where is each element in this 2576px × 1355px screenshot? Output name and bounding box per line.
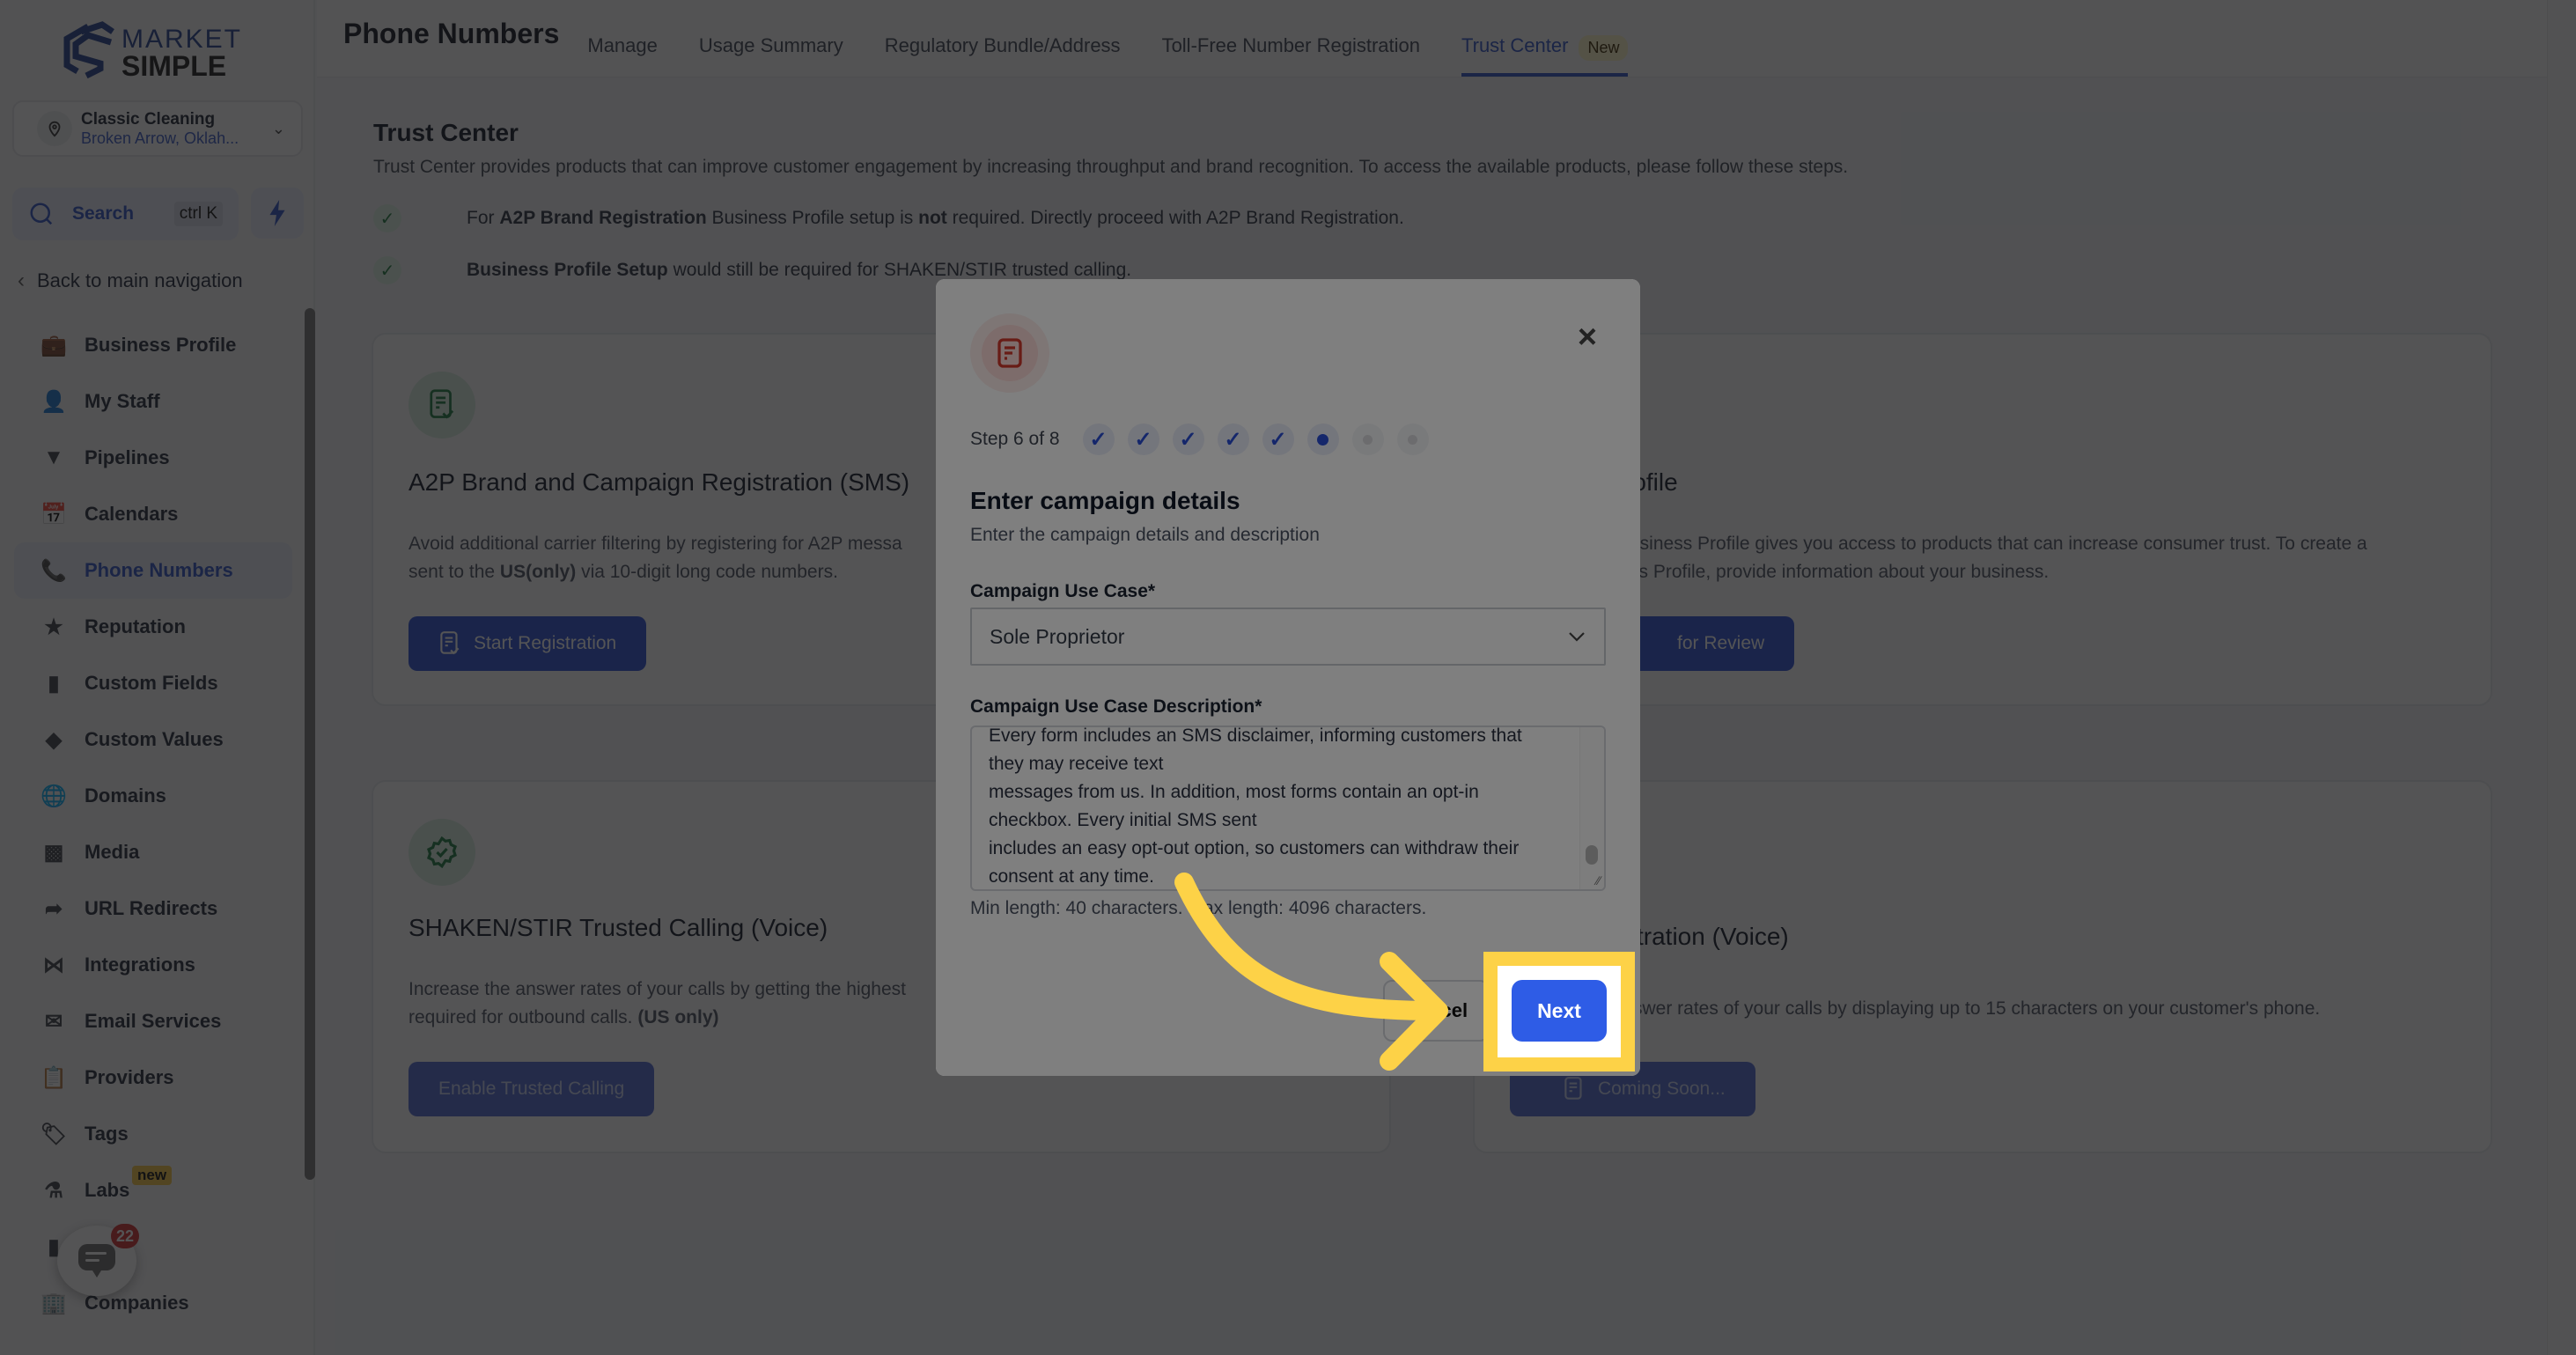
next-button[interactable]: Next bbox=[1512, 980, 1607, 1042]
